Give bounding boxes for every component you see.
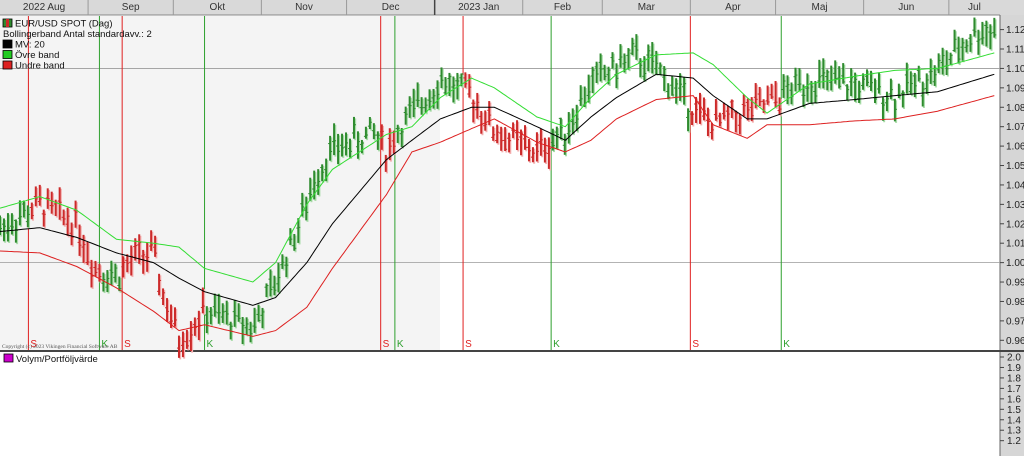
volume-y-tick-label: 1.4 [1007, 415, 1021, 426]
volume-y-tick-label: 1.6 [1007, 394, 1021, 405]
legend-label: Undre band [15, 61, 65, 72]
legend-swatch-inner [6, 19, 9, 27]
month-label: 2022 Aug [23, 2, 65, 13]
y-tick-label: 1.04 [1006, 180, 1024, 191]
legend-swatch [2, 60, 13, 70]
sell-signal-label: S [692, 339, 699, 350]
volume-y-tick-label: 1.8 [1007, 373, 1021, 384]
volume-y-tick-label: 1.3 [1007, 426, 1021, 437]
y-tick-label: 0.96 [1006, 336, 1024, 347]
y-tick-label: 0.99 [1006, 278, 1024, 289]
y-tick-label: 1.03 [1006, 200, 1024, 211]
month-label: 2023 Jan [458, 2, 499, 13]
month-label: Sep [122, 2, 140, 13]
volume-y-tick-label: 2.0 [1007, 353, 1021, 364]
legend-swatch [2, 39, 13, 49]
buy-signal-label: K [397, 339, 404, 350]
month-label: Okt [210, 2, 226, 13]
legend-label: Bollingerband Antal standardavv.: 2 [3, 29, 152, 40]
buy-signal-label: K [553, 339, 560, 350]
volume-legend-label: Volym/Portföljvärde [16, 354, 98, 365]
y-tick-label: 1.06 [1006, 142, 1024, 153]
month-label: Dec [382, 2, 400, 13]
month-label: Feb [554, 2, 572, 13]
y-tick-label: 1.12 [1006, 25, 1024, 36]
volume-y-tick-label: 1.7 [1007, 384, 1021, 395]
y-tick-label: 1.05 [1006, 161, 1024, 172]
month-label: Apr [725, 2, 741, 13]
month-label: Maj [812, 2, 828, 13]
legend-label: EUR/USD SPOT (Dag) [15, 19, 112, 30]
y-tick-label: 1.00 [1006, 258, 1024, 269]
month-label: Jun [898, 2, 914, 13]
eurusd-chart: 2022 Aug Sep Okt Nov Dec 2023 Jan Feb Mar Apr Maj… [0, 0, 1024, 456]
price-panel-plot-right [440, 16, 1000, 350]
volume-y-tick-label: 1.9 [1007, 363, 1021, 374]
volume-y-tick-label: 1.5 [1007, 405, 1021, 416]
month-label: Nov [295, 2, 313, 13]
legend-swatch [2, 50, 13, 59]
y-tick-label: 1.11 [1006, 45, 1024, 56]
volume-legend: Volym/Portföljvärde [3, 353, 98, 365]
y-tick-label: 1.10 [1006, 64, 1024, 75]
y-tick-label: 0.97 [1006, 316, 1024, 327]
buy-signal-label: K [207, 339, 214, 350]
volume-y-tick-label: 1.2 [1007, 436, 1021, 447]
sell-signal-label: S [124, 339, 131, 350]
y-tick-label: 1.02 [1006, 219, 1024, 230]
y-tick-label: 1.01 [1006, 239, 1024, 250]
sell-signal-label: S [465, 339, 472, 350]
volume-legend-swatch [3, 353, 14, 363]
copyright-text: Copyright (c) 2023 Vikingen Financial So… [2, 343, 118, 350]
month-label: Jul [968, 2, 981, 13]
date-header [0, 0, 1024, 15]
y-tick-label: 1.09 [1006, 83, 1024, 94]
legend-label: Övre band [15, 50, 59, 61]
month-label: Mar [638, 2, 656, 13]
sell-signal-label: S [383, 339, 390, 350]
y-tick-label: 1.07 [1006, 122, 1024, 133]
buy-signal-label: K [783, 339, 790, 350]
y-tick-label: 0.98 [1006, 297, 1024, 308]
y-tick-label: 1.08 [1006, 103, 1024, 114]
legend-label: MV: 20 [15, 40, 45, 51]
